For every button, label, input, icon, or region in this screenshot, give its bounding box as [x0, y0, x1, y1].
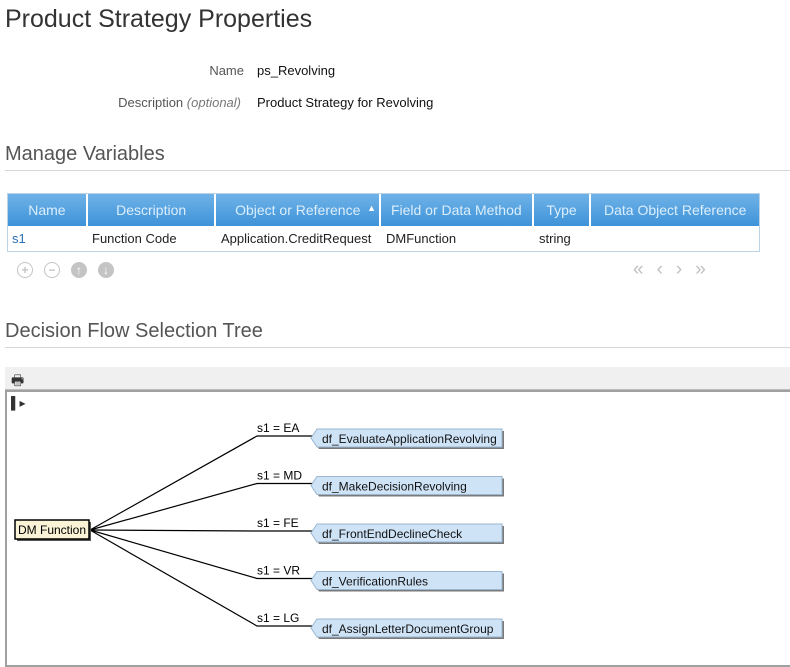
- sort-ascending-icon: ▲: [367, 203, 377, 213]
- previous-page-icon[interactable]: ‹: [657, 259, 663, 281]
- first-page-icon[interactable]: «: [633, 259, 644, 281]
- tree-canvas: ▌▸ s1 = EA df_EvaluateApplicationRevolvin…: [5, 390, 790, 667]
- column-header-object[interactable]: Object or Reference ▲: [216, 194, 382, 226]
- root-label: DM Function: [18, 523, 86, 537]
- branch-condition: s1 = VR: [257, 564, 300, 578]
- column-header-data-object-reference[interactable]: Data Object Reference: [591, 194, 759, 226]
- section-divider: [5, 170, 790, 171]
- column-header-name[interactable]: Name: [8, 194, 88, 226]
- page-title: Product Strategy Properties: [5, 5, 313, 33]
- branch-condition: s1 = MD: [257, 469, 302, 483]
- table-row[interactable]: s1 Function Code Application.CreditReque…: [8, 226, 759, 251]
- cell-name[interactable]: s1: [8, 226, 88, 251]
- column-header-object-label: Object or Reference: [235, 202, 361, 218]
- flow-label: df_AssignLetterDocumentGroup: [322, 622, 494, 636]
- remove-icon[interactable]: −: [44, 262, 60, 278]
- tree-toolbar: 🖶: [5, 367, 790, 390]
- decision-flow-node[interactable]: df_EvaluateApplicationRevolving: [310, 428, 504, 449]
- row-actions: + − ↑ ↓: [17, 262, 114, 278]
- pager: « ‹ › »: [633, 259, 706, 281]
- table-header: Name Description Object or Reference ▲ F…: [8, 194, 759, 226]
- flow-label: df_MakeDecisionRevolving: [322, 480, 467, 494]
- add-icon[interactable]: +: [17, 262, 33, 278]
- flow-label: df_FrontEndDeclineCheck: [322, 527, 463, 541]
- cell-data-object-reference: [593, 226, 759, 251]
- column-header-type[interactable]: Type: [534, 194, 592, 226]
- section-divider: [5, 347, 790, 348]
- column-header-description[interactable]: Description: [88, 194, 217, 226]
- name-value[interactable]: ps_Revolving: [257, 63, 335, 78]
- branch-condition: s1 = FE: [257, 516, 299, 530]
- branch-condition: s1 = EA: [257, 421, 299, 435]
- flow-label: df_EvaluateApplicationRevolving: [322, 432, 497, 446]
- description-value[interactable]: Product Strategy for Revolving: [257, 95, 433, 110]
- cell-object: Application.CreditRequest: [221, 231, 372, 246]
- selection-tree-title: Decision Flow Selection Tree: [5, 320, 263, 342]
- decision-flow-node[interactable]: df_AssignLetterDocumentGroup: [310, 618, 504, 639]
- move-up-icon[interactable]: ↑: [71, 262, 87, 278]
- description-label: Description (optional): [60, 95, 241, 110]
- decision-flow-node[interactable]: df_MakeDecisionRevolving: [310, 476, 504, 497]
- description-label-text: Description: [118, 95, 184, 110]
- selection-tree: s1 = EA df_EvaluateApplicationRevolving s1…: [14, 421, 504, 639]
- cell-type: string: [539, 231, 571, 246]
- move-down-icon[interactable]: ↓: [98, 262, 114, 278]
- decision-flow-node[interactable]: df_FrontEndDeclineCheck: [310, 523, 504, 544]
- branch-condition: s1 = LG: [257, 611, 299, 625]
- cell-field: DMFunction: [386, 231, 457, 246]
- optional-hint: (optional): [186, 95, 241, 110]
- variables-table: Name Description Object or Reference ▲ F…: [7, 193, 760, 252]
- cell-description: Function Code: [92, 231, 177, 246]
- column-header-field[interactable]: Field or Data Method: [381, 194, 534, 226]
- decision-flow-node[interactable]: df_VerificationRules: [310, 571, 504, 592]
- flow-label: df_VerificationRules: [322, 575, 428, 589]
- tree-edge: [89, 529, 313, 532]
- last-page-icon[interactable]: »: [695, 259, 706, 281]
- name-label: Name: [209, 63, 244, 78]
- root-node[interactable]: DM Function: [14, 519, 91, 541]
- next-page-icon[interactable]: ›: [676, 259, 682, 281]
- manage-variables-title: Manage Variables: [5, 143, 165, 165]
